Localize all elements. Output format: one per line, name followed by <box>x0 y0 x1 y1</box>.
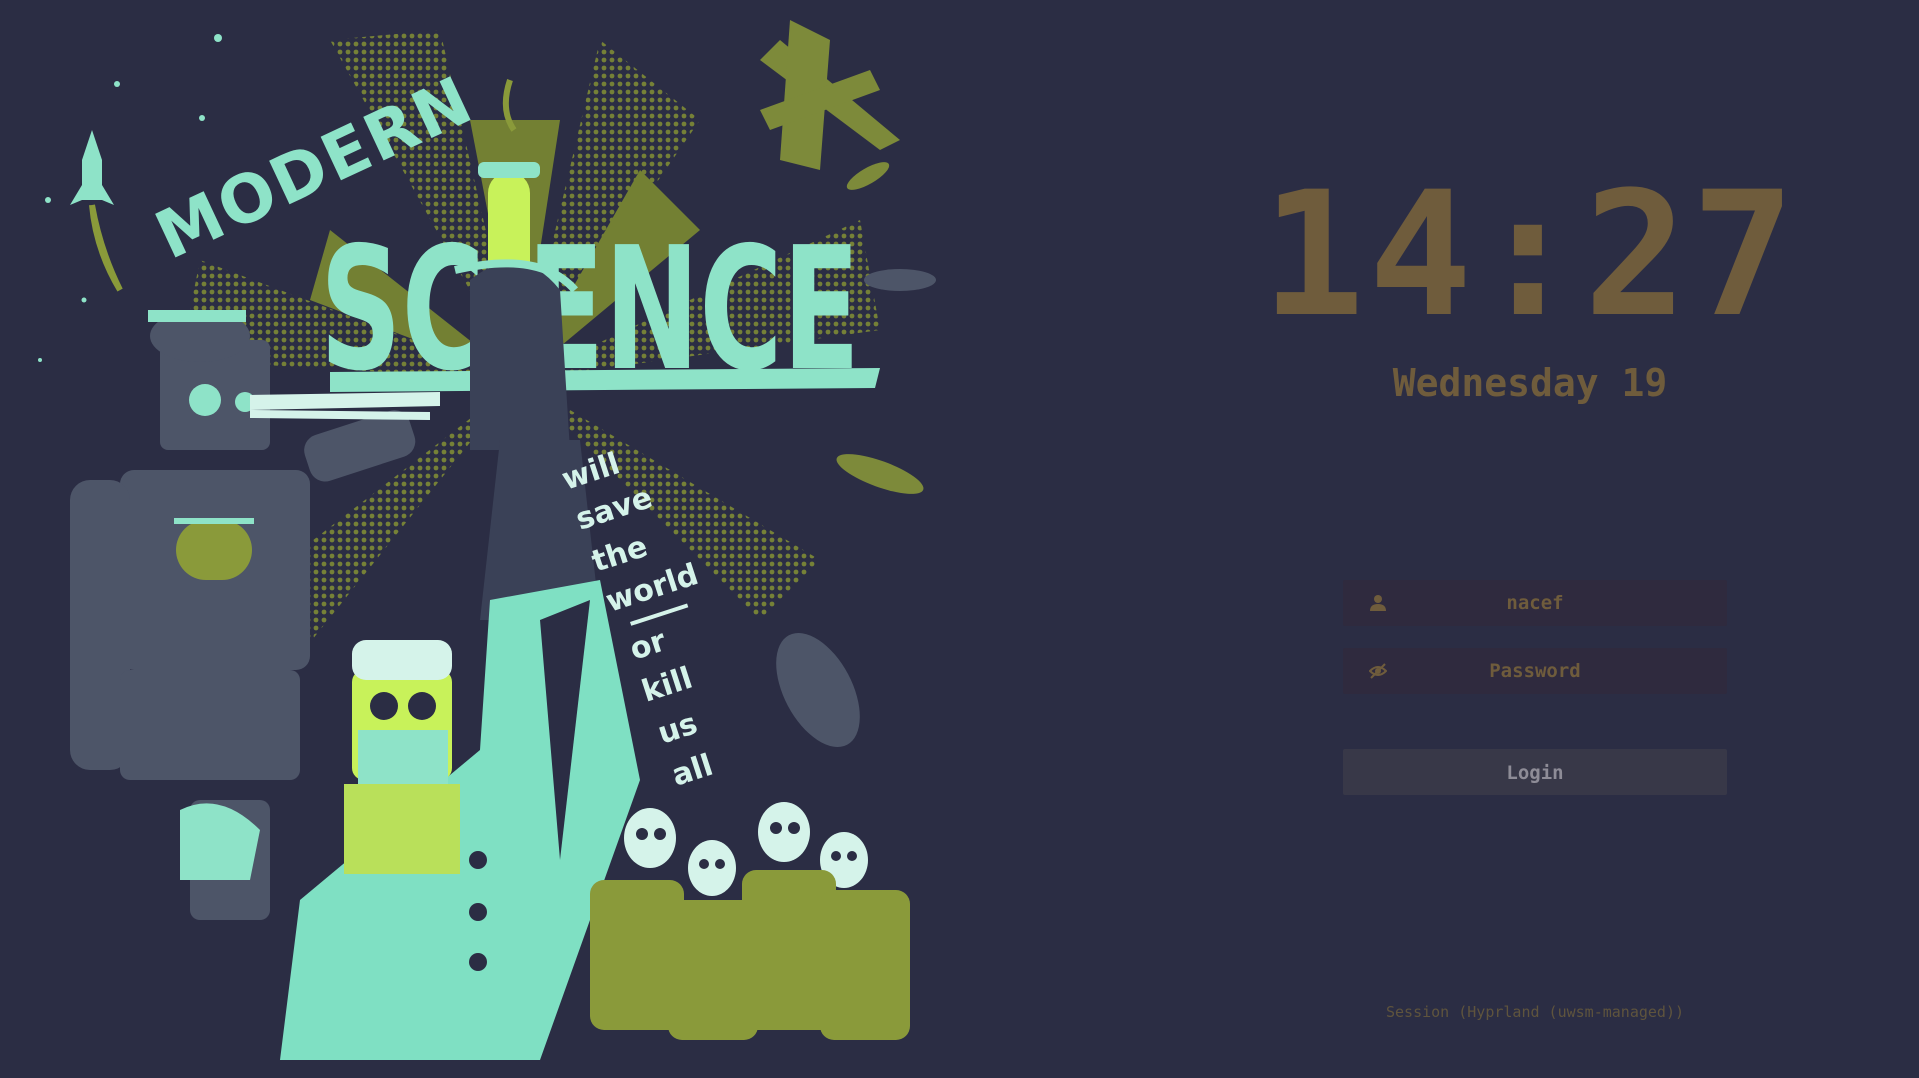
password-field[interactable] <box>1343 648 1727 694</box>
session-selector[interactable]: Session (Hyprland (uwsm-managed)) <box>1260 1000 1810 1024</box>
clock-time: 14:27 <box>1261 154 1799 355</box>
password-input[interactable] <box>1343 648 1727 694</box>
clock-date: Wednesday 19 <box>1392 361 1668 405</box>
username-field[interactable]: nacef <box>1343 580 1727 626</box>
wallpaper-poster: MODERN SCIENCE will save the world or ki… <box>0 0 940 1078</box>
poster-skeletons <box>590 802 910 1040</box>
poster-rocket <box>70 130 123 292</box>
tagline-word: all <box>668 748 718 794</box>
tagline-word: or <box>626 623 671 667</box>
lock-screen: MODERN SCIENCE will save the world or ki… <box>0 0 1919 1078</box>
login-button[interactable]: Login <box>1343 749 1727 795</box>
tagline-word: us <box>654 706 702 751</box>
username-value: nacef <box>1506 592 1564 614</box>
poster-plane <box>760 20 900 170</box>
tagline-word: the <box>588 529 652 580</box>
tagline-word: kill <box>638 661 697 710</box>
poster-scientist <box>280 580 640 1060</box>
